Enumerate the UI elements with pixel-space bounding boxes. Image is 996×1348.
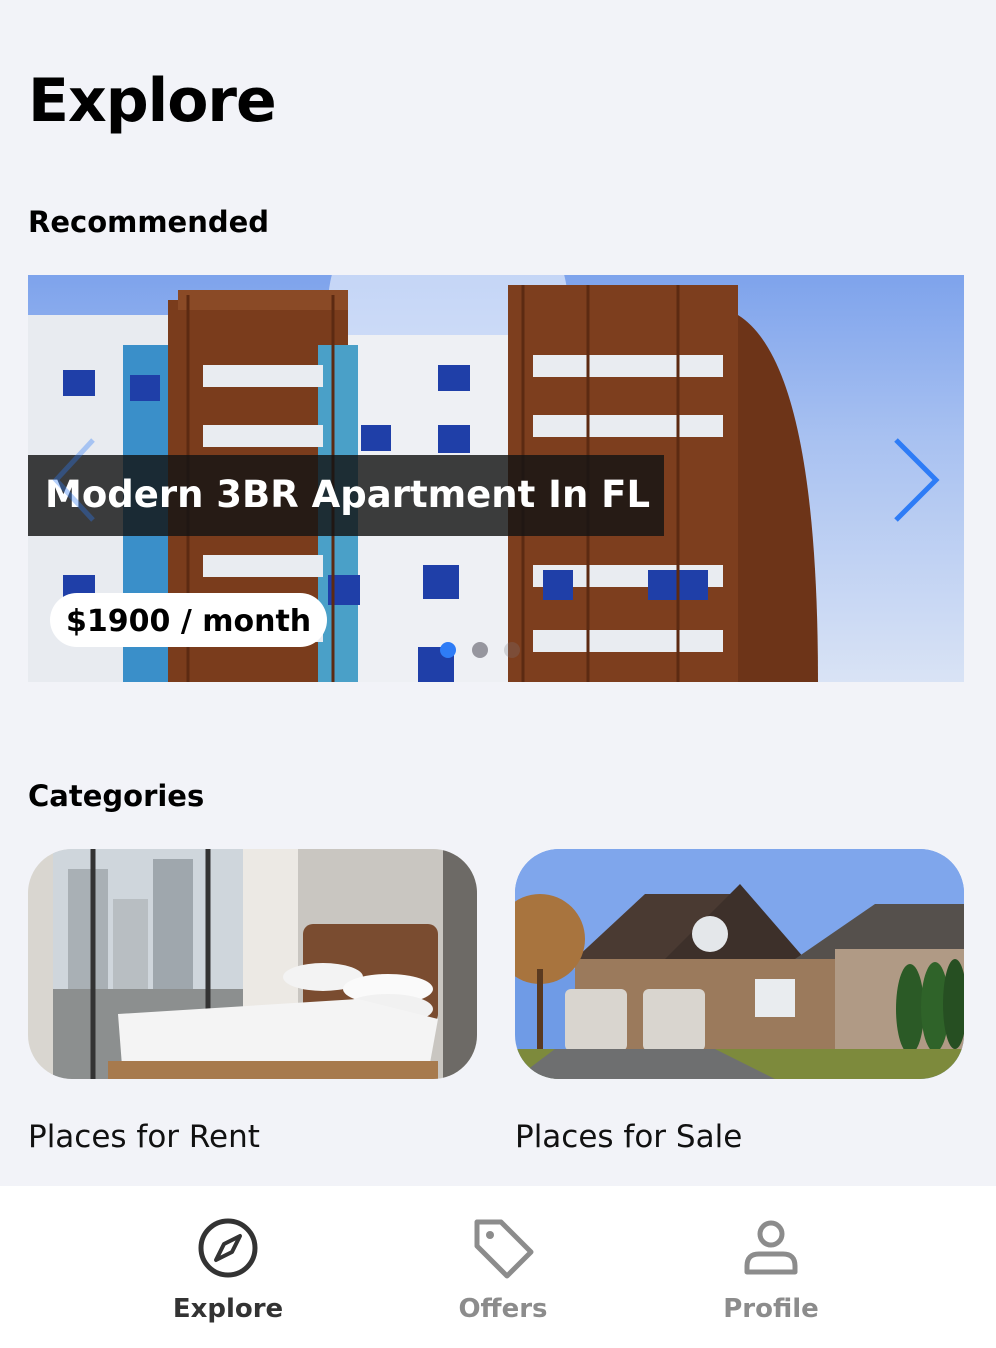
nav-item-offers[interactable]: Offers (403, 1216, 603, 1324)
carousel-dot[interactable] (440, 642, 456, 658)
categories-section-title: Categories (28, 779, 205, 813)
carousel-dot[interactable] (504, 642, 520, 658)
nav-label: Offers (458, 1294, 548, 1324)
chevron-left-icon (52, 438, 95, 522)
category-label: Places for Rent (28, 1119, 260, 1155)
recommended-carousel[interactable]: Modern 3BR Apartment In FL $1900 / month (28, 275, 964, 682)
nav-label: Explore (172, 1294, 284, 1324)
listing-title[interactable]: Modern 3BR Apartment In FL (28, 455, 664, 536)
page-title: Explore (28, 66, 277, 136)
tag-icon (474, 1219, 534, 1279)
compass-icon (198, 1218, 258, 1278)
user-icon (744, 1220, 798, 1275)
carousel-prev-button[interactable] (48, 435, 108, 525)
category-label: Places for Sale (515, 1119, 743, 1155)
recommended-section-title: Recommended (28, 205, 270, 239)
nav-item-explore[interactable]: Explore (128, 1216, 328, 1324)
bedroom-image (28, 849, 477, 1079)
nav-label: Profile (723, 1294, 819, 1324)
chevron-right-icon (894, 438, 940, 522)
carousel-pagination (440, 642, 520, 658)
bottom-navigation: Explore Offers Profile (0, 1186, 996, 1348)
price-badge: $1900 / month (50, 593, 328, 647)
carousel-next-button[interactable] (884, 435, 944, 525)
house-image (515, 849, 964, 1079)
category-card-sale[interactable]: Places for Sale (515, 849, 964, 1155)
nav-item-profile[interactable]: Profile (671, 1216, 871, 1324)
carousel-dot[interactable] (472, 642, 488, 658)
category-card-rent[interactable]: Places for Rent (28, 849, 477, 1155)
